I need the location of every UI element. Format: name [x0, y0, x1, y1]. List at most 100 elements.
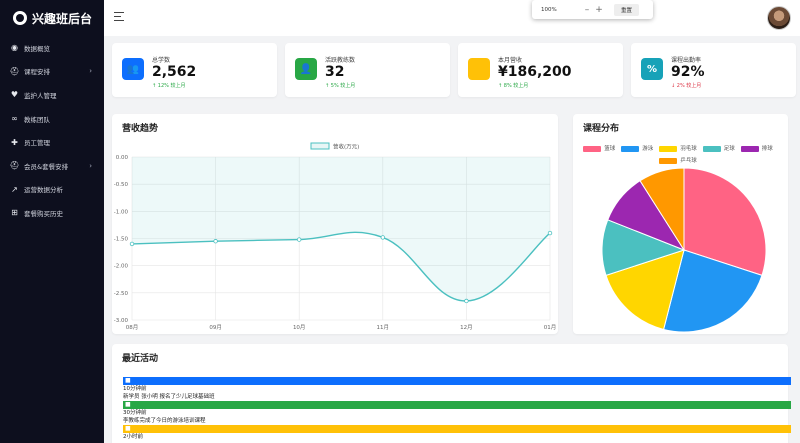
line-legend: 营收(万元) [310, 142, 359, 151]
stat-trend: ↑ 5% 较上月 [325, 82, 355, 89]
user-plus-icon: ■ [125, 377, 131, 384]
data-point[interactable] [129, 241, 135, 247]
stat-card-3: % 课程出勤率 92% ↓ 2% 较上月 [631, 43, 796, 97]
stat-card-0: 👥 总学数 2,562 ↑ 12% 较上月 [112, 43, 277, 97]
activity-text: 李教练完成了今日的游泳培训课程 [123, 418, 206, 424]
stat-trend: ↑ 8% 较上月 [498, 82, 528, 89]
sidebar-nav: ◉ 数据概览 ⛑ 课程安排 › ♥ 监护人管理 ∞ 教练团队 ✚ 员工管理 ⛑ 会员&套餐安排 › ↗ 运营数… [0, 36, 104, 225]
sidebar-item-3[interactable]: ∞ 教练团队 [0, 107, 104, 131]
activity-text: 新学员 张小明 报名了少儿足球基础班 [123, 394, 215, 400]
stat-label: 本月营收 [498, 57, 523, 64]
stat-card-1: 👤 活跃教练数 32 ↑ 5% 较上月 [285, 43, 450, 97]
brand-title: 兴趣班后台 [32, 11, 93, 26]
y-tick-label: 0.00 [116, 155, 129, 161]
course-pie-chart [601, 167, 767, 333]
y-tick-label: -2.00 [114, 264, 129, 270]
activity-time: 30分钟前 [123, 410, 147, 416]
dashboard-icon: ◉ [11, 43, 18, 53]
activity-item: ■ 30分钟前李教练完成了今日的游泳培训课程 [123, 401, 791, 425]
brand[interactable]: 兴趣班后台 [0, 0, 104, 36]
sidebar-item-label: 数据概览 [24, 44, 50, 53]
sidebar-item-7[interactable]: ⊞ 套餐购买历史 [0, 201, 104, 225]
topbar [104, 0, 800, 36]
y-tick-label: -3.00 [114, 318, 129, 324]
chevron-right-icon: › [89, 67, 92, 76]
sidebar-item-label: 课程安排 [24, 68, 50, 77]
sidebar-item-5[interactable]: ⛑ 会员&套餐安排 › [0, 154, 104, 178]
data-point[interactable] [213, 239, 218, 244]
menu-toggle-icon[interactable] [114, 12, 124, 21]
zoom-popup: 100% – + 重置 [532, 0, 653, 19]
line-chart-icon: ↗ [11, 184, 18, 194]
stat-label: 活跃教练数 [325, 57, 356, 64]
yen-icon: ■ [125, 425, 131, 432]
stat-trend-text: 12% 较上月 [157, 83, 186, 89]
x-tick-label: 08月 [126, 324, 139, 331]
stat-value: 2,562 [152, 64, 197, 80]
x-tick-label: 09月 [209, 324, 222, 331]
sidebar-item-label: 运营数据分析 [24, 186, 63, 195]
zoom-reset-button[interactable]: 重置 [614, 3, 640, 16]
avatar[interactable] [767, 6, 791, 30]
stat-card-2: 本月营收 ¥186,200 ↑ 8% 较上月 [458, 43, 623, 97]
team-icon: ∞ [11, 114, 18, 124]
user-cog-icon [13, 11, 27, 25]
sidebar-item-label: 员工管理 [24, 139, 50, 148]
heart-icon: ♥ [10, 90, 19, 100]
sidebar-item-4[interactable]: ✚ 员工管理 [0, 130, 104, 154]
data-point[interactable] [296, 237, 302, 242]
revenue-line-chart: 营收(万元) 0.00 -0.50 -1.00 -1.50 -2.00 -2.50 -3.00… [114, 142, 557, 331]
activity-bar: ■ [123, 377, 791, 385]
sidebar-item-label: 套餐购买历史 [24, 209, 63, 218]
y-tick-label: -1.50 [114, 237, 129, 243]
y-tick-label: -0.50 [114, 182, 129, 188]
percent-icon: % [641, 58, 663, 80]
recent-activity-panel: 最近活动 ■ 10分钟前 新学员 张小明 报名了少儿足球基础班 ■ 30分钟前 李教练完成… [112, 344, 791, 443]
user-icon: 👤 [295, 58, 317, 80]
user-plus-icon: ✚ [11, 137, 18, 147]
sidebar: 兴趣班后台 ◉ 数据概览 ⛑ 课程安排 › ♥ 监护人管理 ∞ 教练团队 ✚ 员工管理 ⛑ 会员&套餐安… [0, 0, 104, 443]
sidebar-item-label: 会员&套餐安排 [24, 162, 69, 171]
stat-value: ¥186,200 [498, 64, 572, 80]
stat-value: 92% [671, 64, 705, 80]
activity-bar: ■ [123, 401, 791, 409]
graduation-cap-icon: ⛑ [9, 161, 20, 171]
activity-time: 10分钟前 [123, 386, 147, 392]
sidebar-item-1[interactable]: ⛑ 课程安排 › [0, 60, 104, 84]
y-tick-label: -1.00 [114, 209, 129, 215]
data-point[interactable] [380, 235, 385, 240]
stat-trend: ↓ 2% 较上月 [671, 82, 701, 89]
check-icon: ■ [125, 401, 131, 408]
activity-item: ■ 2小时前 [123, 425, 791, 443]
stat-trend-text: 8% 较上月 [503, 83, 529, 89]
course-distribution-panel: 课程分布 篮球 游泳 羽毛球 足球 排球 乒乓球 [573, 114, 788, 334]
x-tick-label: 10月 [293, 324, 306, 331]
zoom-level: 100% [541, 6, 557, 13]
x-tick-label: 11月 [377, 324, 390, 331]
data-point[interactable] [464, 298, 469, 304]
x-tick-label: 01月 [544, 324, 557, 331]
sidebar-item-6[interactable]: ↗ 运营数据分析 [0, 178, 104, 202]
stat-trend: ↑ 12% 较上月 [152, 82, 185, 89]
sidebar-item-label: 教练团队 [24, 115, 50, 124]
zoom-in-button[interactable]: + [593, 5, 605, 15]
legend-swatch [310, 142, 330, 150]
graduation-cap-icon: ⛑ [9, 66, 20, 76]
recent-activity-title: 最近活动 [122, 354, 159, 364]
sidebar-item-0[interactable]: ◉ 数据概览 [0, 36, 104, 60]
data-point[interactable] [547, 230, 553, 236]
sidebar-item-2[interactable]: ♥ 监护人管理 [0, 83, 104, 107]
x-tick-label: 12月 [460, 324, 473, 331]
chevron-right-icon: › [89, 161, 92, 170]
legend-label: 营收(万元) [333, 143, 359, 151]
series-area [132, 157, 550, 301]
zoom-out-button[interactable]: – [581, 5, 593, 15]
sidebar-item-label: 监护人管理 [24, 91, 57, 100]
y-tick-label: -2.50 [114, 291, 129, 297]
users-icon: 👥 [122, 58, 144, 80]
activity-time: 2小时前 [123, 434, 143, 440]
stat-label: 总学数 [152, 57, 171, 64]
activity-item: ■ 10分钟前新学员 张小明 报名了少儿足球基础班 [123, 377, 791, 401]
revenue-trend-panel: 营收趋势 营收(万元) 0.00 -0.50 -1.00 -1.50 -2.00 -2.50… [112, 114, 558, 334]
activity-bar: ■ [123, 425, 791, 433]
